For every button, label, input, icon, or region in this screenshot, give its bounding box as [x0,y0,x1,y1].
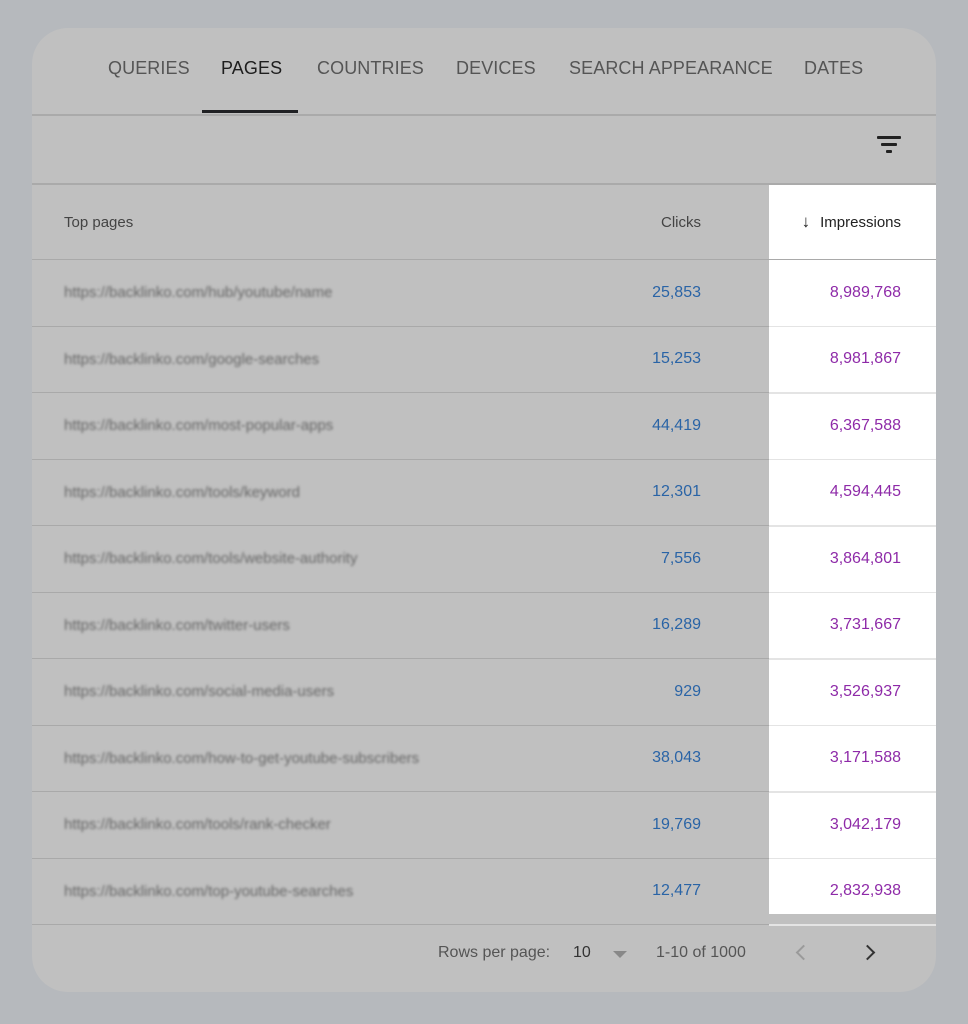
impressions-cell: 4,594,445 [829,483,901,501]
page-url[interactable]: https://backlinko.com/most-popular-apps [64,417,333,434]
header-clicks[interactable]: Clicks [572,185,701,259]
page-url-cell[interactable]: https://backlinko.com/social-media-users [64,659,564,725]
active-tab-indicator [202,110,298,113]
impressions-cell: 3,864,801 [829,549,901,567]
clicks-cell: 7,556 [660,549,701,567]
pages-table: Top pages Clicks ↓ Impressions https://b… [32,185,936,926]
clicks-cell: 929 [674,682,701,700]
tab-search-appearance[interactable]: SEARCH APPEARANCE [569,58,773,79]
page-url[interactable]: https://backlinko.com/tools/website-auth… [64,550,357,567]
page-url-cell[interactable]: https://backlinko.com/twitter-users [64,593,564,659]
impressions-cell: 3,171,588 [829,749,901,767]
page-url[interactable]: https://backlinko.com/google-searches [64,351,319,368]
table-row[interactable]: https://backlinko.com/twitter-users 16,28… [32,593,936,660]
tab-queries[interactable]: QUERIES [108,58,190,79]
page-url-cell[interactable]: https://backlinko.com/how-to-get-youtube… [64,726,564,792]
page-url-cell[interactable]: https://backlinko.com/google-searches [64,327,564,393]
rows-per-page-label: Rows per page: [438,944,551,961]
impressions-cell: 8,981,867 [829,350,901,368]
table-row[interactable]: https://backlinko.com/how-to-get-youtube… [32,726,936,793]
table-header: Top pages Clicks ↓ Impressions [32,185,936,260]
page-url-cell[interactable]: https://backlinko.com/hub/youtube/name [64,260,564,326]
page-url-cell[interactable]: https://backlinko.com/tools/rank-checker [64,792,564,858]
page-url[interactable]: https://backlinko.com/tools/rank-checker [64,816,331,833]
clicks-cell: 19,769 [652,815,701,833]
header-top-pages[interactable]: Top pages [64,185,564,259]
page-url[interactable]: https://backlinko.com/top-youtube-search… [64,883,353,900]
impressions-cell: 2,832,938 [829,882,901,900]
chevron-left-icon [795,944,812,961]
caret-down-icon[interactable] [613,951,627,958]
previous-page-button[interactable] [795,938,812,964]
page-range: 1-10 of 1000 [656,944,746,961]
clicks-cell: 44,419 [652,416,701,434]
header-impressions-label: Impressions [820,213,901,231]
clicks-cell: 25,853 [652,283,701,301]
table-row[interactable]: https://backlinko.com/most-popular-apps 4… [32,393,936,460]
clicks-cell: 38,043 [652,749,701,767]
page-url[interactable]: https://backlinko.com/how-to-get-youtube… [64,750,419,767]
page-url[interactable]: https://backlinko.com/social-media-users [64,683,334,700]
clicks-cell: 12,301 [652,483,701,501]
page-url-cell[interactable]: https://backlinko.com/tools/keyword [64,460,564,526]
impressions-cell: 8,989,768 [829,283,901,301]
page-url[interactable]: https://backlinko.com/hub/youtube/name [64,284,333,301]
table-row[interactable]: https://backlinko.com/tools/rank-checker… [32,792,936,859]
filter-bar [32,116,936,185]
table-row[interactable]: https://backlinko.com/tools/keyword 12,30… [32,460,936,527]
header-impressions[interactable]: ↓ Impressions [769,185,901,259]
tab-devices[interactable]: DEVICES [456,58,536,79]
table-row[interactable]: https://backlinko.com/hub/youtube/name 25… [32,260,936,327]
page-url[interactable]: https://backlinko.com/tools/keyword [64,484,300,501]
impressions-cell: 3,042,179 [829,815,901,833]
clicks-cell: 15,253 [652,350,701,368]
page-url-cell[interactable]: https://backlinko.com/tools/website-auth… [64,526,564,592]
impressions-cell: 3,526,937 [829,682,901,700]
impressions-cell: 3,731,667 [829,616,901,634]
clicks-cell: 12,477 [652,882,701,900]
impressions-cell: 6,367,588 [829,416,901,434]
filter-icon[interactable] [877,136,903,158]
table-row[interactable]: https://backlinko.com/google-searches 15,… [32,327,936,394]
rows-per-page-select[interactable]: 10 [573,944,591,962]
tab-countries[interactable]: COUNTRIES [317,58,424,79]
arrow-down-icon: ↓ [801,212,811,231]
pagination: Rows per page: 10 1-10 of 1000 [32,916,936,992]
table-row[interactable]: https://backlinko.com/tools/website-auth… [32,526,936,593]
dimension-tabs: QUERIES PAGES COUNTRIES DEVICES SEARCH A… [32,28,936,116]
page-url[interactable]: https://backlinko.com/twitter-users [64,617,290,634]
next-page-button[interactable] [859,938,876,964]
table-row[interactable]: https://backlinko.com/social-media-users… [32,659,936,726]
tab-dates[interactable]: DATES [804,58,863,79]
clicks-cell: 16,289 [652,616,701,634]
chevron-right-icon [859,944,876,961]
tab-pages[interactable]: PAGES [221,58,282,79]
page-url-cell[interactable]: https://backlinko.com/top-youtube-search… [64,859,564,925]
page-url-cell[interactable]: https://backlinko.com/most-popular-apps [64,393,564,459]
performance-table-card: QUERIES PAGES COUNTRIES DEVICES SEARCH A… [32,28,936,992]
